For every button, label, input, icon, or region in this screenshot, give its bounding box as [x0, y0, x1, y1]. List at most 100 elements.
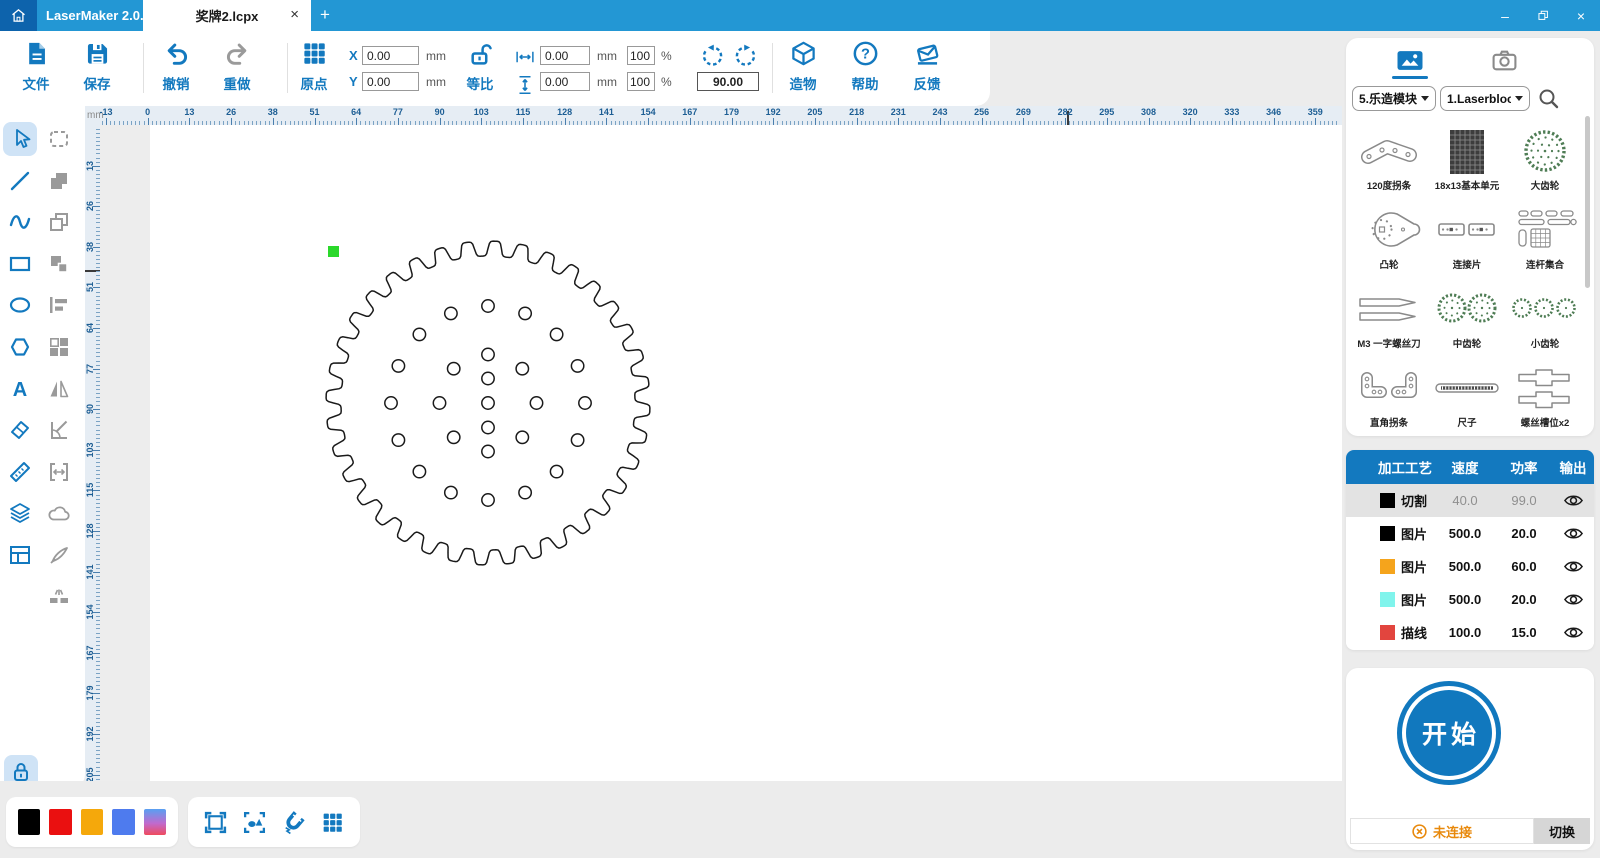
color-swatch-orange[interactable] [80, 809, 104, 835]
layers-tool[interactable] [3, 496, 37, 530]
process-speed[interactable]: 40.0 [1434, 493, 1496, 508]
marquee-select-tool[interactable] [42, 122, 76, 156]
focus-select-button[interactable] [242, 810, 267, 835]
cloud-tool[interactable] [42, 496, 76, 530]
tab-library[interactable] [1390, 46, 1430, 74]
output-toggle[interactable] [1552, 493, 1594, 508]
color-swatch-red[interactable] [49, 809, 72, 835]
search-button[interactable] [1538, 88, 1560, 110]
help-button[interactable]: ? 帮助 [841, 40, 889, 93]
library-item[interactable]: 直角拐条 [1350, 353, 1428, 432]
align-tool[interactable] [42, 288, 76, 322]
color-swatch-blue[interactable] [112, 809, 135, 835]
process-power[interactable]: 60.0 [1496, 559, 1552, 574]
x-input[interactable] [362, 46, 419, 65]
process-power[interactable]: 20.0 [1496, 526, 1552, 541]
process-speed[interactable]: 500.0 [1434, 526, 1496, 541]
height-pct-input[interactable] [627, 72, 655, 91]
line-tool[interactable] [3, 164, 37, 198]
process-speed[interactable]: 500.0 [1434, 559, 1496, 574]
subtract-tool[interactable] [42, 247, 76, 281]
arrange-tool[interactable] [42, 330, 76, 364]
home-button[interactable] [0, 0, 37, 31]
rectangle-tool[interactable] [3, 247, 37, 281]
close-button[interactable]: × [1562, 0, 1600, 31]
library-item[interactable]: 螺丝槽位x2 [1506, 353, 1584, 432]
split-tool[interactable] [42, 579, 76, 613]
y-input[interactable] [362, 72, 419, 91]
start-button[interactable]: 开始 [1397, 681, 1501, 785]
category-dropdown[interactable]: 5.乐造模块 [1352, 86, 1436, 111]
eraser-tool[interactable] [3, 413, 37, 447]
protractor-tool[interactable] [42, 413, 76, 447]
output-toggle[interactable] [1552, 592, 1594, 607]
library-item[interactable]: 中齿轮 [1428, 274, 1506, 353]
output-toggle[interactable] [1552, 625, 1594, 640]
save-button[interactable]: 保存 [73, 40, 121, 93]
polygon-tool[interactable] [3, 330, 37, 364]
ruler-tool[interactable] [3, 455, 37, 489]
width-pct-input[interactable] [627, 46, 655, 65]
select-tool[interactable] [3, 122, 37, 156]
tab-camera[interactable] [1484, 46, 1524, 74]
table-tool[interactable] [3, 538, 37, 572]
union-tool[interactable] [42, 164, 76, 198]
tab-close-button[interactable]: × [290, 0, 299, 31]
process-speed[interactable]: 100.0 [1434, 625, 1496, 640]
process-row[interactable]: 图片 500.0 20.0 [1346, 517, 1594, 550]
output-toggle[interactable] [1552, 559, 1594, 574]
expand-tool[interactable] [42, 455, 76, 489]
text-tool[interactable]: A [3, 372, 37, 406]
workspace-frame-button[interactable] [203, 810, 228, 835]
process-row[interactable]: 描线 100.0 15.0 [1346, 616, 1594, 649]
process-row[interactable]: 图片 500.0 20.0 [1346, 583, 1594, 616]
feedback-button[interactable]: 反馈 [903, 40, 951, 93]
connection-status[interactable]: 未连接 [1350, 818, 1534, 844]
library-item[interactable]: 连杆集合 [1506, 195, 1584, 274]
library-item[interactable]: 18x13基本单元 [1428, 116, 1506, 195]
undo-button[interactable]: 撤销 [152, 40, 200, 93]
minimize-button[interactable]: – [1486, 0, 1524, 31]
curve-tool[interactable] [3, 205, 37, 239]
pen-tool[interactable] [42, 538, 76, 572]
library-item[interactable]: M3 一字螺丝刀 [1350, 274, 1428, 353]
grid-toggle-button[interactable] [320, 810, 345, 835]
process-row[interactable]: 切割 40.0 99.0 [1346, 484, 1594, 517]
process-power[interactable]: 20.0 [1496, 592, 1552, 607]
redo-button[interactable]: 重做 [213, 40, 261, 93]
height-input[interactable] [540, 72, 590, 91]
library-scrollbar[interactable] [1585, 116, 1590, 288]
mirror-tool[interactable] [42, 372, 76, 406]
process-power[interactable]: 15.0 [1496, 625, 1552, 640]
process-row[interactable]: 图片 500.0 60.0 [1346, 550, 1594, 583]
rotate-ccw-button[interactable] [700, 44, 725, 69]
library-item[interactable]: 120度拐条 [1350, 116, 1428, 195]
process-power[interactable]: 99.0 [1496, 493, 1552, 508]
switch-device-button[interactable]: 切换 [1534, 818, 1590, 844]
rotate-cw-button[interactable] [733, 44, 758, 69]
output-toggle[interactable] [1552, 526, 1594, 541]
origin-button[interactable]: 原点 [290, 40, 338, 93]
library-item[interactable]: 凸轮 [1350, 195, 1428, 274]
document-tab[interactable]: 奖牌2.lcpx × [143, 0, 311, 31]
gear-shape[interactable] [325, 240, 651, 566]
proportional-lock-button[interactable]: 等比 [458, 42, 502, 93]
snap-magnet-button[interactable] [281, 810, 306, 835]
canvas-area[interactable] [100, 125, 1342, 781]
library-item[interactable]: 大齿轮 [1506, 116, 1584, 195]
copy-tool[interactable] [42, 205, 76, 239]
library-item[interactable]: 小齿轮 [1506, 274, 1584, 353]
ellipse-tool[interactable] [3, 288, 37, 322]
library-item[interactable]: 连接片 [1428, 195, 1506, 274]
maximize-button[interactable] [1524, 0, 1562, 31]
color-swatch-black[interactable] [18, 809, 41, 835]
color-swatch-gradient[interactable] [143, 809, 167, 835]
process-speed[interactable]: 500.0 [1434, 592, 1496, 607]
new-tab-button[interactable]: + [312, 0, 338, 31]
subcategory-dropdown[interactable]: 1.Laserblock [1440, 86, 1530, 111]
create-button[interactable]: 造物 [779, 40, 827, 93]
start-point-marker[interactable] [328, 246, 339, 257]
file-button[interactable]: 文件 [12, 40, 60, 93]
width-input[interactable] [540, 46, 590, 65]
rotate-angle-input[interactable] [697, 72, 759, 91]
